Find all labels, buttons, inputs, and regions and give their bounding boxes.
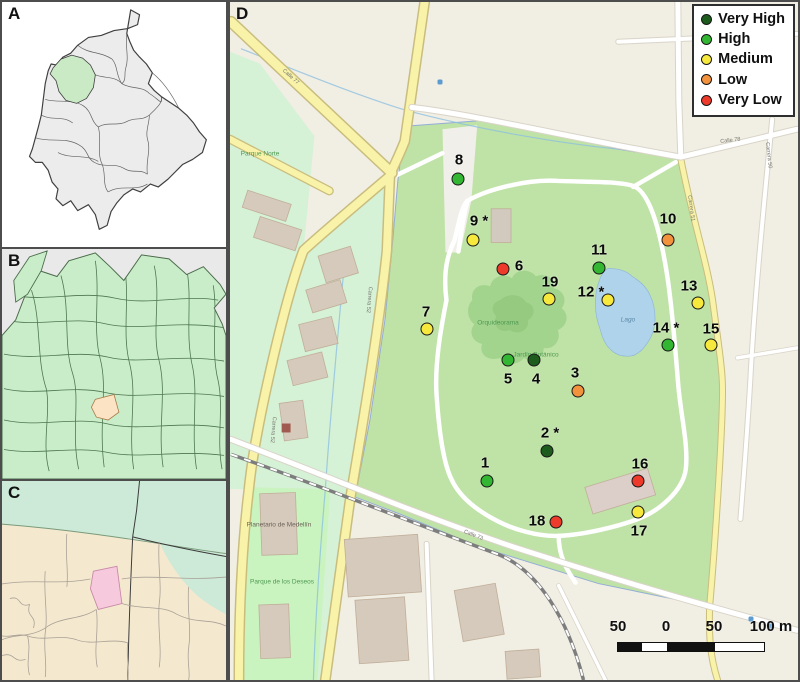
sample-point-label: 14 *: [653, 320, 680, 337]
legend-item: Very Low: [701, 92, 785, 109]
sample-point-label: 4: [532, 371, 540, 388]
colombia-map-svg: [2, 2, 226, 247]
panel-a-label: A: [8, 4, 20, 24]
sample-point-dot: [502, 354, 515, 367]
figure-root: A: [0, 0, 800, 682]
scale-bar-segment: [667, 643, 715, 651]
sample-point-dot: [662, 234, 675, 247]
sample-point-dot: [662, 339, 675, 352]
sample-point-dot: [528, 354, 541, 367]
sample-point-dot: [497, 263, 510, 276]
legend-item-label: Very High: [718, 11, 785, 28]
sample-point-dot: [467, 234, 480, 247]
sample-point-label: 8: [455, 152, 463, 169]
scale-bar-segment: [618, 643, 642, 651]
sample-point-dot: [572, 385, 585, 398]
scale-bar-label: 50: [610, 618, 627, 635]
panel-d-park-map: Carrera 52Carrera 52Calle 77Calle 78Carr…: [228, 0, 800, 682]
place-name-label: Parque Norte: [241, 151, 280, 158]
sample-point-label: 9 *: [470, 213, 488, 230]
sample-point-label: 12 *: [578, 284, 605, 301]
scale-bar-segment: [715, 643, 764, 651]
panel-d-label: D: [236, 4, 248, 24]
legend-color-dot: [701, 74, 712, 85]
panel-a-colombia-map: A: [0, 0, 228, 249]
sample-point-label: 1: [481, 455, 489, 472]
legend-item-label: Very Low: [718, 92, 782, 109]
legend-item: Low: [701, 72, 785, 89]
place-name-label: Parque de los Deseos: [250, 579, 314, 586]
risk-legend: Very High High Medium Low Very Low: [692, 4, 795, 117]
sample-point-label: 15: [703, 321, 720, 338]
sample-point-label: 3: [571, 365, 579, 382]
panel-c-label: C: [8, 483, 20, 503]
sample-point-dot: [632, 475, 645, 488]
sample-point-dot: [452, 173, 465, 186]
sample-point-dot: [593, 262, 606, 275]
sample-point-label: 16: [632, 456, 649, 473]
legend-item: Medium: [701, 51, 785, 68]
sample-point-label: 5: [504, 371, 512, 388]
sample-point-dot: [543, 293, 556, 306]
legend-color-dot: [701, 14, 712, 25]
legend-color-dot: [701, 95, 712, 106]
sample-point-label: 7: [422, 304, 430, 321]
scale-bar-segments: [617, 642, 765, 652]
scale-bar-segment: [642, 643, 667, 651]
panel-c-city-map: C: [0, 479, 228, 682]
legend-item-label: Low: [718, 72, 747, 89]
station-marker: [282, 424, 291, 433]
legend-color-dot: [701, 54, 712, 65]
sample-point-label: 2 *: [541, 425, 559, 442]
place-name-label: Orquideorama: [477, 320, 519, 327]
water-poi-icon: [438, 80, 443, 85]
legend-item: Very High: [701, 11, 785, 28]
scale-bar-label: 50: [706, 618, 723, 635]
panel-b-department-map: B: [0, 247, 228, 481]
sample-point-label: 17: [631, 523, 648, 540]
sample-point-dot: [705, 339, 718, 352]
place-name-label: Planetario de Medellín: [247, 522, 312, 529]
place-name-label: Lago: [621, 317, 635, 324]
sample-point-label: 13: [681, 278, 698, 295]
sample-point-label: 10: [660, 211, 677, 228]
legend-item-label: Medium: [718, 51, 773, 68]
legend-item-label: High: [718, 31, 750, 48]
sample-point-dot: [541, 445, 554, 458]
sample-point-label: 19: [542, 274, 559, 291]
scale-bar-label: 100 m: [750, 618, 793, 635]
sample-point-dot: [692, 297, 705, 310]
legend-item: High: [701, 31, 785, 48]
sample-point-dot: [481, 475, 494, 488]
scale-bar-label: 0: [662, 618, 670, 635]
sample-point-dot: [550, 516, 563, 529]
panel-b-label: B: [8, 251, 20, 271]
antioquia-map-svg: [2, 249, 226, 479]
sample-point-label: 18: [529, 513, 546, 530]
sample-point-dot: [632, 506, 645, 519]
legend-color-dot: [701, 34, 712, 45]
sample-point-label: 6: [515, 258, 523, 275]
city-map-svg: [2, 481, 226, 680]
sample-point-label: 11: [591, 242, 607, 259]
sample-point-dot: [421, 323, 434, 336]
